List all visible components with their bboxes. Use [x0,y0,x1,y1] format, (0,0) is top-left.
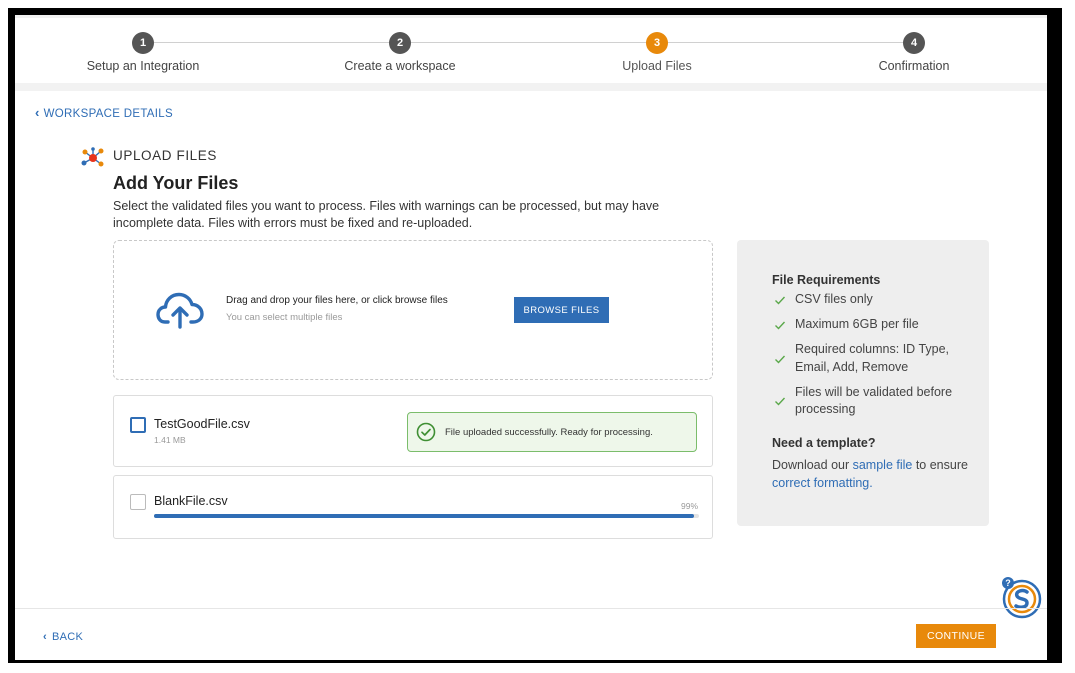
step-label: Upload Files [622,59,692,73]
file-name: BlankFile.csv [154,494,228,508]
requirement-text: Files will be validated before processin… [795,384,953,417]
step-label: Setup an Integration [86,59,200,73]
cloud-upload-icon [156,292,204,329]
step-number: 4 [903,32,925,54]
requirement-item: Required columns: ID Type, Email, Add, R… [772,341,982,376]
upload-status-badge: File uploaded successfully. Ready for pr… [407,412,697,452]
requirement-text: Required columns: ID Type, Email, Add, R… [795,342,950,374]
help-assistant-icon[interactable]: ? [999,575,1043,619]
file-select-checkbox[interactable] [130,417,146,433]
step-label: Confirmation [878,59,950,73]
chevron-left-icon: ‹ [35,105,40,120]
file-card: TestGoodFile.csv 1.41 MB File uploaded s… [113,395,713,467]
upload-status-text: File uploaded successfully. Ready for pr… [445,427,653,438]
file-select-checkbox[interactable] [130,494,146,510]
step-label: Create a workspace [344,59,456,73]
template-text-mid: to ensure [912,458,968,472]
requirement-text: CSV files only [795,292,873,306]
requirement-item: CSV files only [772,291,982,309]
back-button-label: BACK [51,631,84,643]
upload-progress-fill [154,514,694,518]
workspace-details-back-link[interactable]: ‹ WORKSPACE DETAILS [35,105,173,120]
template-title: Need a template? [772,436,876,450]
upload-progress-percent: 99% [680,501,698,511]
requirements-title: File Requirements [772,273,881,287]
file-dropzone[interactable]: Drag and drop your files here, or click … [113,240,713,380]
step-number: 1 [132,32,154,54]
section-title: UPLOAD FILES [113,148,217,163]
stepper: 1 Setup an Integration 2 Create a worksp… [15,18,1047,83]
molecule-icon [81,147,104,167]
app-window: 1 Setup an Integration 2 Create a worksp… [15,15,1047,660]
step-number: 2 [389,32,411,54]
chevron-left-icon: ‹ [43,631,47,643]
step-2: 2 Create a workspace [310,32,490,73]
browse-files-button[interactable]: BROWSE FILES [514,297,609,323]
svg-text:?: ? [1005,578,1011,588]
step-3: 3 Upload Files [567,32,747,73]
check-icon [775,321,786,330]
continue-button[interactable]: CONTINUE [916,624,996,648]
page-heading: Add Your Files [113,173,239,193]
dropzone-text: Drag and drop your files here, or click … [226,295,448,306]
check-icon [775,397,786,406]
main-content: ‹ WORKSPACE DETAILS UPLOAD FILES Add Your… [15,91,1047,660]
requirements-list: CSV files only Maximum 6GB per file Requ… [772,291,982,426]
template-text-pre: Download our [772,458,853,472]
file-size: 1.41 MB [154,435,186,445]
step-4: 4 Confirmation [824,32,1004,73]
page-description: Select the validated files you want to p… [113,199,660,230]
step-number: 3 [646,32,668,54]
file-card: BlankFile.csv 99% [113,475,713,539]
check-icon [775,296,786,305]
file-requirements-panel: File Requirements CSV files only Maximum… [737,240,989,526]
dropzone-subtext: You can select multiple files [226,312,343,323]
back-button[interactable]: ‹ BACK [43,631,83,643]
upload-progress-bar [154,514,699,518]
requirement-item: Maximum 6GB per file [772,316,982,334]
check-circle-icon [416,422,436,442]
step-1: 1 Setup an Integration [53,32,233,73]
check-icon [775,355,786,364]
sample-file-link[interactable]: sample file [853,458,913,472]
template-text: Download our sample file to ensure corre… [772,457,972,492]
back-link-label: WORKSPACE DETAILS [43,108,173,120]
file-name: TestGoodFile.csv [154,417,250,431]
requirement-text: Maximum 6GB per file [795,317,919,331]
correct-formatting-link[interactable]: correct formatting. [772,476,873,490]
footer-divider [15,608,1047,609]
stepper-line [143,42,915,43]
requirement-item: Files will be validated before processin… [772,384,982,419]
